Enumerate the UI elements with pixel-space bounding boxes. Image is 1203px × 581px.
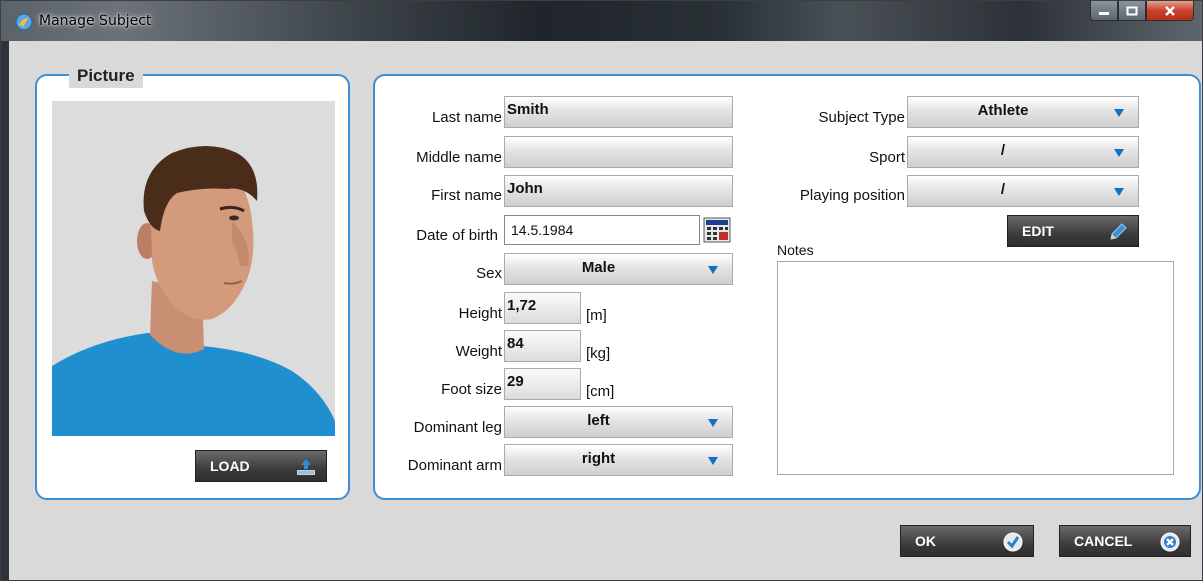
- window-controls: [1090, 1, 1194, 23]
- dropdown-arrow-icon: [708, 419, 718, 427]
- window-border: [1, 41, 9, 580]
- first-name-field[interactable]: John: [504, 175, 733, 207]
- foot-size-unit: [cm]: [586, 383, 615, 400]
- subject-type-value: Athlete: [977, 102, 1029, 119]
- weight-unit: [kg]: [586, 345, 611, 362]
- sex-dropdown[interactable]: Male: [504, 253, 733, 285]
- subject-type-label: Subject Type: [818, 109, 905, 126]
- title-bar[interactable]: Manage Subject: [1, 1, 1202, 41]
- sport-dropdown[interactable]: /: [907, 136, 1139, 168]
- dominant-arm-label: Dominant arm: [407, 457, 502, 474]
- edit-label: EDIT: [1022, 223, 1054, 239]
- check-icon: [1003, 532, 1023, 552]
- height-label: Height: [458, 305, 502, 322]
- dominant-leg-value: left: [587, 412, 610, 429]
- person-photo-image: [52, 101, 335, 436]
- pencil-icon: [1110, 223, 1127, 240]
- dropdown-arrow-icon: [708, 266, 718, 274]
- middle-name-field[interactable]: [504, 136, 733, 168]
- foot-size-label: Foot size: [441, 381, 502, 398]
- dominant-leg-label: Dominant leg: [413, 419, 502, 436]
- close-circle-icon: [1160, 532, 1180, 552]
- load-label: LOAD: [210, 458, 250, 474]
- sport-value: /: [1000, 142, 1006, 159]
- dominant-arm-dropdown[interactable]: right: [504, 444, 733, 476]
- subject-details-panel: Last name Smith Middle name First name J…: [373, 74, 1201, 500]
- weight-field[interactable]: 84: [504, 330, 581, 362]
- edit-button[interactable]: EDIT: [1007, 215, 1139, 247]
- sport-label: Sport: [869, 149, 905, 166]
- height-unit: [m]: [586, 307, 607, 324]
- middle-name-label: Middle name: [416, 149, 502, 166]
- maximize-icon: [1126, 6, 1138, 15]
- playing-position-label: Playing position: [799, 187, 905, 204]
- weight-label: Weight: [455, 343, 502, 360]
- dropdown-arrow-icon: [1114, 149, 1124, 157]
- window-title: Manage Subject: [39, 13, 152, 29]
- foot-size-field[interactable]: 29: [504, 368, 581, 400]
- date-of-birth-label: Date of birth: [416, 227, 498, 244]
- playing-position-dropdown[interactable]: /: [907, 175, 1139, 207]
- load-button[interactable]: LOAD: [195, 450, 327, 482]
- dropdown-arrow-icon: [708, 457, 718, 465]
- playing-position-value: /: [1000, 181, 1006, 198]
- cancel-label: CANCEL: [1074, 533, 1133, 549]
- minimize-button[interactable]: [1090, 1, 1118, 21]
- upload-icon: [297, 459, 315, 475]
- manage-subject-window: Manage Subject Picture LOAD Last name Sm…: [0, 0, 1203, 581]
- last-name-label: Last name: [431, 109, 502, 126]
- height-field[interactable]: 1,72: [504, 292, 581, 324]
- picture-panel: Picture LOAD: [35, 64, 350, 500]
- ok-button[interactable]: OK: [900, 525, 1034, 557]
- close-button[interactable]: [1146, 1, 1194, 21]
- picture-legend: Picture: [69, 64, 143, 88]
- minimize-icon: [1099, 11, 1109, 15]
- notes-label: Notes: [777, 242, 814, 258]
- calendar-icon[interactable]: [703, 217, 731, 243]
- dropdown-arrow-icon: [1114, 188, 1124, 196]
- dropdown-arrow-icon: [1114, 109, 1124, 117]
- maximize-button[interactable]: [1118, 1, 1146, 21]
- dominant-arm-value: right: [581, 450, 616, 467]
- subject-type-dropdown[interactable]: Athlete: [907, 96, 1139, 128]
- cancel-button[interactable]: CANCEL: [1059, 525, 1191, 557]
- ok-label: OK: [915, 533, 936, 549]
- dialog-content: Picture LOAD Last name Smith Middle name…: [9, 41, 1202, 580]
- sex-label: Sex: [476, 265, 502, 282]
- first-name-label: First name: [431, 187, 502, 204]
- notes-textarea[interactable]: [777, 261, 1174, 475]
- dominant-leg-dropdown[interactable]: left: [504, 406, 733, 438]
- close-icon: [1165, 5, 1175, 16]
- date-of-birth-field[interactable]: 14.5.1984: [504, 215, 700, 245]
- sex-value: Male: [581, 259, 616, 276]
- subject-photo: [52, 101, 335, 436]
- last-name-field[interactable]: Smith: [504, 96, 733, 128]
- app-icon: [15, 13, 33, 31]
